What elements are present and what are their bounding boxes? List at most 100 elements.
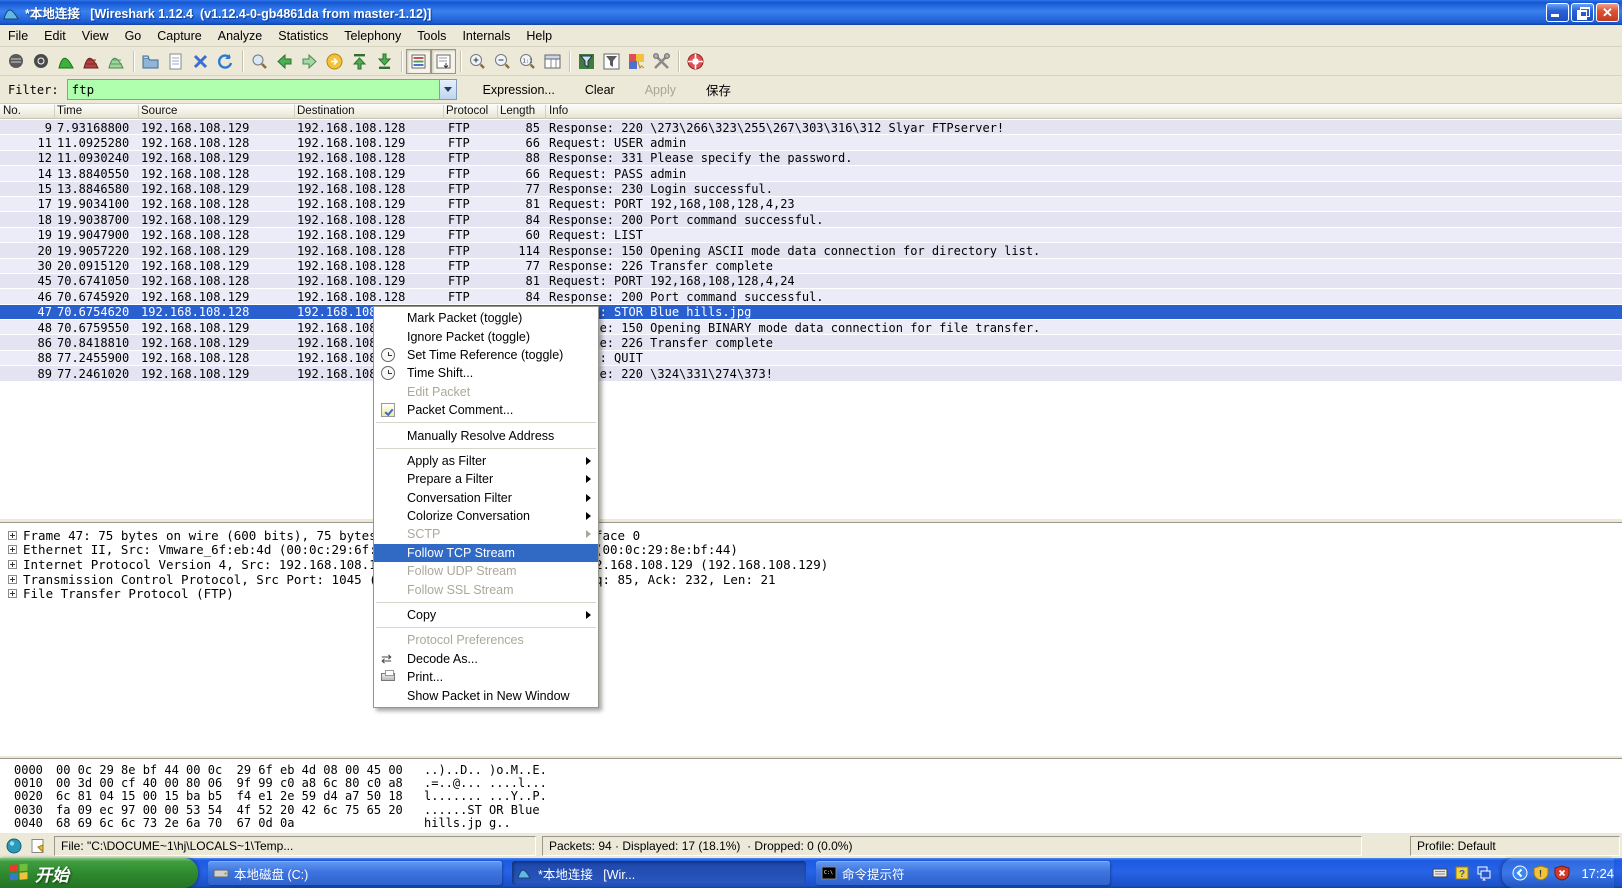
packet-row[interactable]: 48 70.6759550 192.168.108.129 192.168.10…: [0, 319, 1622, 334]
close-capture-icon[interactable]: [188, 49, 213, 74]
context-menu-item[interactable]: [374, 445, 598, 452]
expert-info-icon[interactable]: [4, 836, 24, 856]
colorize-toggle-icon[interactable]: [406, 49, 431, 74]
menu-item[interactable]: Help: [518, 26, 560, 46]
filter-input[interactable]: [68, 82, 439, 97]
expand-icon[interactable]: [8, 589, 17, 598]
menu-item[interactable]: File: [0, 26, 36, 46]
context-menu-item[interactable]: Decode As...: [374, 650, 598, 668]
expression-button[interactable]: Expression...: [479, 81, 559, 99]
col-destination[interactable]: Destination: [297, 105, 355, 117]
packet-row[interactable]: 12 11.0930240 192.168.108.129 192.168.10…: [0, 150, 1622, 165]
zoom-out-icon[interactable]: [490, 49, 515, 74]
restart-capture-icon[interactable]: [104, 49, 129, 74]
context-menu-item[interactable]: [374, 624, 598, 631]
col-info[interactable]: Info: [549, 105, 568, 117]
expand-icon[interactable]: [8, 531, 17, 540]
open-capture-file-icon[interactable]: [138, 49, 163, 74]
context-menu-item[interactable]: Time Shift...: [374, 364, 598, 382]
display-filter-icon[interactable]: [599, 49, 624, 74]
capture-options-icon[interactable]: [29, 49, 54, 74]
packet-row[interactable]: 47 70.6754620 192.168.108.128 192.168.10…: [0, 304, 1622, 319]
hex-row[interactable]: 0040 68 69 6c 6c 73 2e 6a 70 67 0d 0a hi…: [0, 816, 1622, 829]
taskbar-button-cmd[interactable]: C:\ 命令提示符: [816, 861, 1110, 885]
packet-row[interactable]: 45 70.6741050 192.168.108.128 192.168.10…: [0, 273, 1622, 288]
list-capture-interfaces-icon[interactable]: [4, 49, 29, 74]
find-packet-icon[interactable]: [247, 49, 272, 74]
menu-item[interactable]: Edit: [36, 26, 74, 46]
detail-row[interactable]: File Transfer Protocol (FTP): [0, 586, 1622, 601]
col-protocol[interactable]: Protocol: [446, 105, 488, 117]
context-menu-item[interactable]: Copy: [374, 606, 598, 624]
preferences-icon[interactable]: [649, 49, 674, 74]
context-menu-item[interactable]: Manually Resolve Address: [374, 426, 598, 444]
minimize-button[interactable]: [1546, 3, 1569, 22]
stop-capture-icon[interactable]: [79, 49, 104, 74]
context-menu-item[interactable]: Packet Comment...: [374, 401, 598, 419]
status-profile[interactable]: Profile: Default: [1410, 836, 1620, 856]
col-length[interactable]: Length: [500, 105, 535, 117]
menu-item[interactable]: Analyze: [210, 26, 270, 46]
help-book-icon[interactable]: ?: [1454, 865, 1470, 881]
help-icon[interactable]: [683, 49, 708, 74]
packet-row[interactable]: 19 19.9047900 192.168.108.128 192.168.10…: [0, 227, 1622, 242]
packet-row[interactable]: 89 77.2461020 192.168.108.129 192.168.10…: [0, 365, 1622, 380]
menu-item[interactable]: Statistics: [270, 26, 336, 46]
filter-dropdown-arrow[interactable]: [439, 80, 456, 99]
packet-row[interactable]: 86 70.8418810 192.168.108.129 192.168.10…: [0, 334, 1622, 349]
context-menu-item[interactable]: SCTP: [374, 525, 598, 543]
go-forward-icon[interactable]: [297, 49, 322, 74]
capture-filter-icon[interactable]: [574, 49, 599, 74]
packet-row[interactable]: 17 19.9034100 192.168.108.128 192.168.10…: [0, 196, 1622, 211]
detail-row[interactable]: Ethernet II, Src: Vmware_6f:eb:4d (00:0c…: [0, 543, 1622, 558]
go-back-icon[interactable]: [272, 49, 297, 74]
apply-button[interactable]: Apply: [641, 81, 680, 99]
detail-row[interactable]: Frame 47: 75 bytes on wire (600 bits), 7…: [0, 528, 1622, 543]
start-button[interactable]: 开始: [0, 858, 198, 888]
security-error-shield[interactable]: [1554, 865, 1570, 881]
save-filter-button[interactable]: 保存: [702, 78, 735, 101]
context-menu-item[interactable]: Edit Packet: [374, 383, 598, 401]
context-menu-item[interactable]: Prepare a Filter: [374, 470, 598, 488]
zoom-in-icon[interactable]: [465, 49, 490, 74]
col-time[interactable]: Time: [57, 105, 82, 117]
context-menu-item[interactable]: Set Time Reference (toggle): [374, 346, 598, 364]
go-to-bottom-icon[interactable]: [372, 49, 397, 74]
packet-row[interactable]: 15 13.8846580 192.168.108.129 192.168.10…: [0, 181, 1622, 196]
expand-icon[interactable]: [8, 575, 17, 584]
expand-icon[interactable]: [8, 545, 17, 554]
packet-row[interactable]: 9 7.93168800 192.168.108.129 192.168.108…: [0, 119, 1622, 134]
context-menu-item[interactable]: Ignore Packet (toggle): [374, 327, 598, 345]
context-menu-item[interactable]: Follow SSL Stream: [374, 580, 598, 598]
zoom-1-1-icon[interactable]: 1:1: [515, 49, 540, 74]
go-to-top-icon[interactable]: [347, 49, 372, 74]
packet-row[interactable]: 18 19.9038700 192.168.108.129 192.168.10…: [0, 211, 1622, 226]
packet-row[interactable]: 46 70.6745920 192.168.108.129 192.168.10…: [0, 288, 1622, 303]
context-menu-item[interactable]: Conversation Filter: [374, 489, 598, 507]
resize-columns-icon[interactable]: [540, 49, 565, 74]
hide-icons-chevron[interactable]: [1512, 865, 1528, 881]
context-menu-item[interactable]: Print...: [374, 668, 598, 686]
autoscroll-toggle-icon[interactable]: [431, 49, 456, 74]
taskbar-button-local-disk[interactable]: 本地磁盘 (C:): [208, 861, 502, 885]
detail-row[interactable]: Internet Protocol Version 4, Src: 192.16…: [0, 557, 1622, 572]
context-menu-item[interactable]: Follow UDP Stream: [374, 562, 598, 580]
go-to-packet-icon[interactable]: [322, 49, 347, 74]
packet-row[interactable]: 20 19.9057220 192.168.108.129 192.168.10…: [0, 242, 1622, 257]
security-warning-shield[interactable]: !: [1533, 865, 1549, 881]
packet-row[interactable]: 11 11.0925280 192.168.108.128 192.168.10…: [0, 134, 1622, 149]
expand-icon[interactable]: [8, 560, 17, 569]
reload-icon[interactable]: [213, 49, 238, 74]
context-menu-item[interactable]: Show Packet in New Window: [374, 686, 598, 704]
clear-button[interactable]: Clear: [581, 81, 619, 99]
context-menu-item[interactable]: Mark Packet (toggle): [374, 309, 598, 327]
taskbar-button-wireshark[interactable]: *本地连接 [Wir...: [512, 861, 806, 885]
restore-button[interactable]: [1571, 3, 1594, 22]
menu-item[interactable]: Tools: [409, 26, 454, 46]
context-menu-item[interactable]: Apply as Filter: [374, 452, 598, 470]
save-capture-file-icon[interactable]: [163, 49, 188, 74]
context-menu-item[interactable]: [374, 419, 598, 426]
packet-row[interactable]: 30 20.0915120 192.168.108.129 192.168.10…: [0, 258, 1622, 273]
menu-item[interactable]: Telephony: [336, 26, 409, 46]
context-menu-item[interactable]: Follow TCP Stream: [374, 544, 598, 562]
